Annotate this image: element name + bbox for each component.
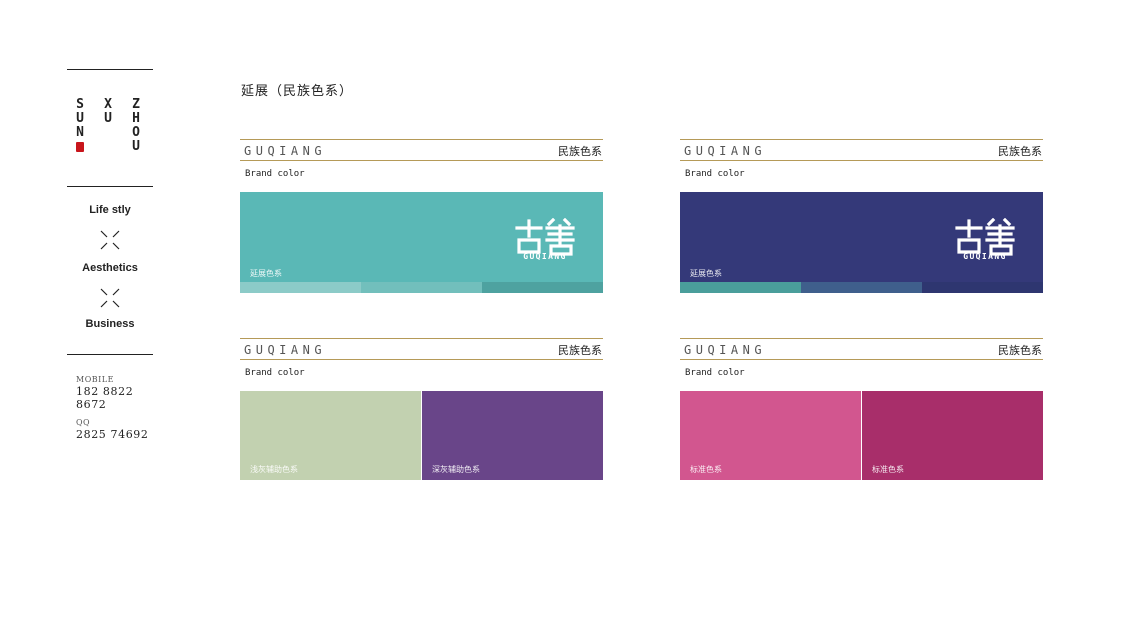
section-title: 民族色系 bbox=[558, 145, 602, 158]
sun-xu-zhou-logo: S U N X U Z H O U bbox=[72, 98, 142, 162]
shade-strip bbox=[801, 282, 922, 293]
color-swatch: GUQIANG 延展色系 bbox=[680, 192, 1043, 293]
brand-title: GUQIANG bbox=[684, 144, 767, 158]
brand-color-label: Brand color bbox=[245, 169, 305, 179]
brand-title: GUQIANG bbox=[684, 343, 767, 357]
emblem-wordmark: GUQIANG bbox=[963, 252, 1007, 261]
nav-item-life-style[interactable]: Life stly bbox=[67, 204, 153, 216]
logo-letter: U bbox=[76, 111, 84, 126]
divider bbox=[67, 354, 153, 355]
section-title: 民族色系 bbox=[998, 145, 1042, 158]
logo-letter: S bbox=[76, 97, 84, 112]
swatch-label: 深灰辅助色系 bbox=[432, 465, 480, 474]
shade-strip bbox=[922, 282, 1043, 293]
qq-label: QQ bbox=[76, 418, 91, 427]
color-card-navy: GUQIANG 民族色系 Brand color GUQIANG 延展色系 bbox=[680, 139, 1043, 293]
logo-column-sun: S U N bbox=[72, 98, 88, 152]
divider bbox=[240, 160, 603, 161]
divider bbox=[680, 338, 1043, 339]
shade-strip bbox=[361, 282, 482, 293]
nav-item-aesthetics[interactable]: Aesthetics bbox=[67, 262, 153, 274]
swatch-label: 延展色系 bbox=[690, 269, 722, 278]
swatch-label: 延展色系 bbox=[250, 269, 282, 278]
shade-strip bbox=[482, 282, 603, 293]
divider bbox=[67, 69, 153, 70]
shade-strip bbox=[680, 282, 801, 293]
section-title: 民族色系 bbox=[558, 344, 602, 357]
divider bbox=[240, 359, 603, 360]
brand-title: GUQIANG bbox=[244, 343, 327, 357]
color-card-auxiliary: GUQIANG 民族色系 Brand color 浅灰辅助色系 深灰辅助色系 bbox=[240, 338, 603, 480]
page-title: 延展（民族色系） bbox=[241, 84, 354, 99]
brand-color-label: Brand color bbox=[245, 368, 305, 378]
logo-letter: U bbox=[132, 139, 140, 154]
swatch-label: 浅灰辅助色系 bbox=[250, 465, 298, 474]
contact-info: MOBILE 182 8822 8672 QQ 2825 74692 bbox=[76, 375, 153, 448]
logo-letter: U bbox=[104, 111, 112, 126]
mobile-value: 182 8822 8672 bbox=[76, 385, 134, 411]
divider bbox=[680, 160, 1043, 161]
logo-column-xu: X U bbox=[100, 98, 116, 126]
divider bbox=[240, 139, 603, 140]
color-swatch: 标准色系 bbox=[680, 391, 861, 480]
nav-item-business[interactable]: Business bbox=[67, 318, 153, 330]
logo-letter: N bbox=[76, 125, 84, 140]
mobile-label: MOBILE bbox=[76, 375, 114, 384]
divider bbox=[240, 338, 603, 339]
cross-separator-icon bbox=[100, 230, 120, 250]
sidebar: S U N X U Z H O U Life stly Aesthetics B… bbox=[67, 0, 153, 638]
shade-strip bbox=[240, 282, 361, 293]
brand-color-label: Brand color bbox=[685, 169, 745, 179]
swatch-label: 标准色系 bbox=[872, 465, 904, 474]
brand-title: GUQIANG bbox=[244, 144, 327, 158]
color-card-standard: GUQIANG 民族色系 Brand color 标准色系 标准色系 bbox=[680, 338, 1043, 480]
color-swatch: 浅灰辅助色系 bbox=[240, 391, 421, 480]
color-card-teal: GUQIANG 民族色系 Brand color GUQIANG 延展色系 bbox=[240, 139, 603, 293]
divider bbox=[680, 139, 1043, 140]
color-swatch: 标准色系 bbox=[862, 391, 1043, 480]
divider bbox=[680, 359, 1043, 360]
red-seal-icon bbox=[76, 142, 84, 152]
cross-separator-icon bbox=[100, 288, 120, 308]
qq-value: 2825 74692 bbox=[76, 428, 149, 441]
logo-letter: Z bbox=[132, 97, 140, 112]
section-title: 民族色系 bbox=[998, 344, 1042, 357]
logo-letter: O bbox=[132, 125, 140, 140]
logo-letter: H bbox=[132, 111, 140, 126]
swatch-label: 标准色系 bbox=[690, 465, 722, 474]
emblem-wordmark: GUQIANG bbox=[523, 252, 567, 261]
logo-letter: X bbox=[104, 97, 112, 112]
brand-color-label: Brand color bbox=[685, 368, 745, 378]
color-swatch: 深灰辅助色系 bbox=[422, 391, 603, 480]
color-swatch: GUQIANG 延展色系 bbox=[240, 192, 603, 293]
logo-column-zhou: Z H O U bbox=[128, 98, 144, 154]
divider bbox=[67, 186, 153, 187]
